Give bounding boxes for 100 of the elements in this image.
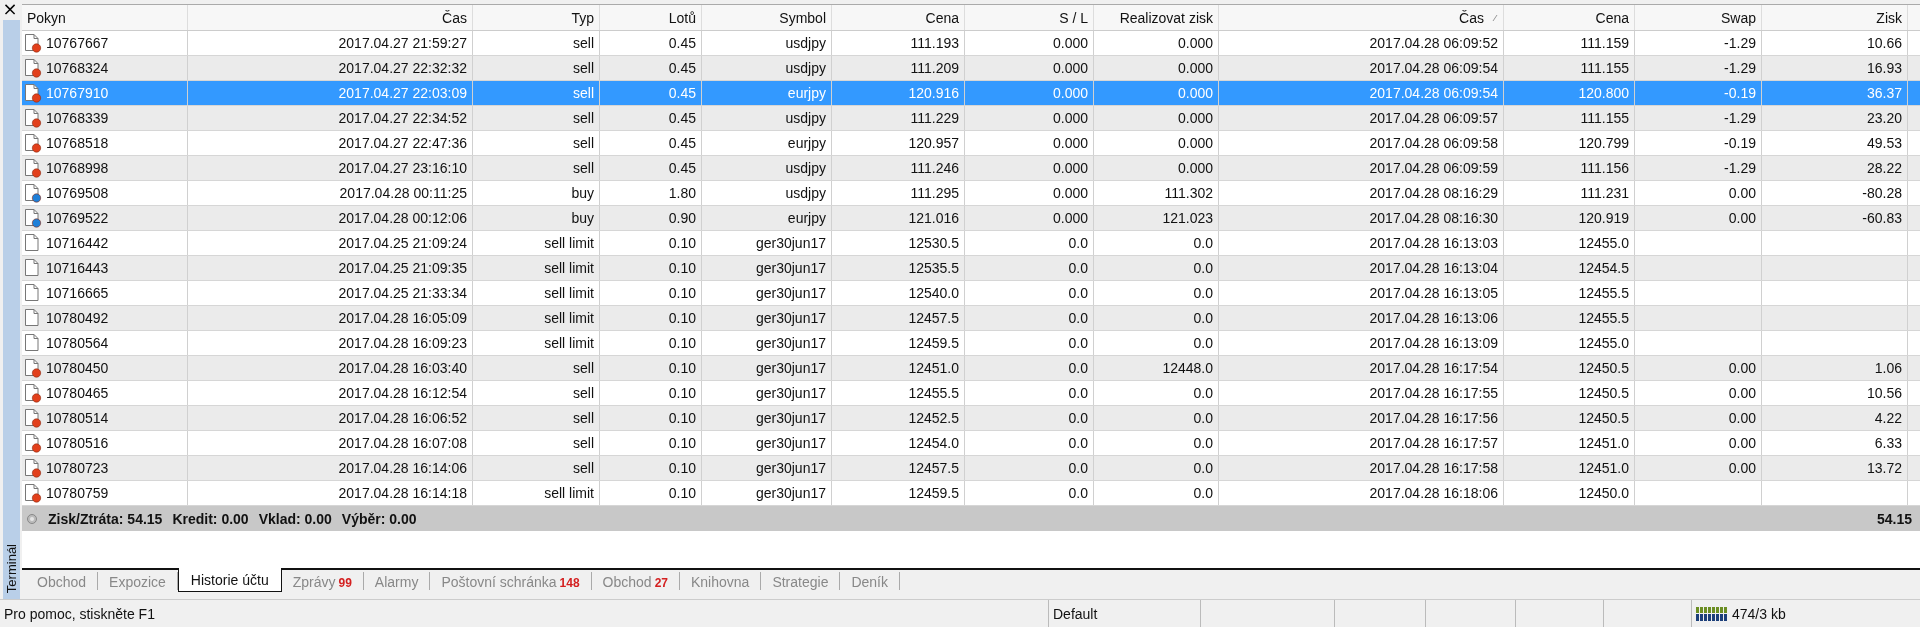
column-header[interactable]: Cena [1504,5,1635,30]
table-cell: 111.193 [910,35,959,51]
table-cell: 0.10 [668,485,696,501]
table-cell: 0.10 [668,235,696,251]
order-number: 10780492 [46,310,109,326]
table-cell: 12455.0 [1578,335,1629,351]
table-cell: 2017.04.27 22:34:52 [338,110,467,126]
table-cell: 111.159 [1580,35,1629,51]
table-cell: ger30jun17 [755,435,826,451]
table-cell: 23.20 [1866,110,1902,126]
column-header[interactable]: Zisk [1762,5,1908,30]
table-cell: 111.155 [1580,60,1629,76]
column-header[interactable]: Symbol [702,5,832,30]
table-cell: 12452.5 [908,410,959,426]
tab[interactable]: Poštovní schránka 148 [430,572,592,590]
table-row[interactable]: 10768518 2017.04.27 22:47:36 sell 0.45 eurjpy 120.957 0.000 0.000 2017.04.28 06:09:58 120.799 -0.19 49.53 [22,131,1920,156]
table-cell: 0.0 [1193,235,1213,251]
table-row[interactable]: 10716665 2017.04.25 21:33:34 sell limit 0.10 ger30jun17 12540.0 0.0 0.0 2017.04.28 16:13:05 12455.5 [22,281,1920,306]
column-header[interactable]: Typ [473,5,600,30]
order-number: 10780465 [46,385,109,401]
table-row[interactable]: 10780723 2017.04.28 16:14:06 sell 0.10 ger30jun17 12457.5 0.0 0.0 2017.04.28 16:17:58 12451.0 0.00 13.72 [22,456,1920,481]
column-header[interactable]: S / L [965,5,1094,30]
table-cell: 2017.04.28 16:07:08 [338,435,467,451]
table-row[interactable]: 10716443 2017.04.25 21:09:35 sell limit 0.10 ger30jun17 12535.5 0.0 0.0 2017.04.28 16:13:04 12454.5 [22,256,1920,281]
table-row[interactable]: 10716442 2017.04.25 21:09:24 sell limit 0.10 ger30jun17 12530.5 0.0 0.0 2017.04.28 16:13:03 12455.0 [22,231,1920,256]
table-cell: 2017.04.28 08:16:29 [1369,185,1498,201]
table-cell: 2017.04.28 16:12:54 [338,385,467,401]
table-cell: 0.0 [1068,235,1088,251]
table-cell: 2017.04.27 22:32:32 [338,60,467,76]
table-cell: 0.10 [668,285,696,301]
column-header[interactable]: Čas [1219,5,1504,30]
connection-bars-icon [1696,605,1728,622]
table-cell: 111.295 [910,185,959,201]
table-cell: sell limit [544,310,594,326]
summary-value: Výběr: 0.00 [341,510,417,527]
table-row[interactable]: 10780514 2017.04.28 16:06:52 sell 0.10 ger30jun17 12452.5 0.0 0.0 2017.04.28 16:17:56 12450.5 0.00 4.22 [22,406,1920,431]
traffic-text: 474/3 kb [1732,605,1786,622]
table-cell: 2017.04.25 21:09:24 [338,235,467,251]
table-cell: -80.28 [1862,185,1902,201]
table-cell: 2017.04.28 16:14:06 [338,460,467,476]
table-row[interactable]: 10769508 2017.04.28 00:11:25 buy 1.80 usdjpy 111.295 0.000 111.302 2017.04.28 08:16:29 111.231 0.00 -80.28 [22,181,1920,206]
tab[interactable]: Zprávy 99 [281,572,364,590]
column-header[interactable]: Swap [1635,5,1762,30]
table-cell: ger30jun17 [755,285,826,301]
table-cell: 0.0 [1068,260,1088,276]
table-cell: usdjpy [785,160,826,176]
table-cell: 2017.04.25 21:33:34 [338,285,467,301]
table-cell: 0.00 [1728,460,1756,476]
table-cell: sell [573,360,594,376]
table-cell: 0.10 [668,260,696,276]
table-cell: 0.0 [1193,485,1213,501]
table-cell: 1.06 [1874,360,1902,376]
table-row[interactable]: 10769522 2017.04.28 00:12:06 buy 0.90 eurjpy 121.016 0.000 121.023 2017.04.28 08:16:30 120.919 0.00 -60.83 [22,206,1920,231]
table-row[interactable]: 10780450 2017.04.28 16:03:40 sell 0.10 ger30jun17 12451.0 0.0 12448.0 2017.04.28 16:17:54 12450.5 0.00 1.06 [22,356,1920,381]
table-cell: -0.19 [1724,135,1756,151]
tab[interactable]: Historie účtu [177,568,282,592]
order-number: 10716443 [46,260,109,276]
table-cell: 0.0 [1068,435,1088,451]
table-cell: sell [573,410,594,426]
column-header[interactable]: Lotů [600,5,702,30]
table-cell: 0.00 [1728,435,1756,451]
table-cell: 0.000 [1177,35,1213,51]
table-cell: 2017.04.28 16:17:54 [1369,360,1498,376]
table-cell: 0.45 [668,160,696,176]
table-cell: 4.22 [1874,410,1902,426]
column-header[interactable]: Čas [188,5,473,30]
table-cell: sell [573,435,594,451]
close-button[interactable]: × [0,0,20,18]
table-row[interactable]: 10780759 2017.04.28 16:14:18 sell limit 0.10 ger30jun17 12459.5 0.0 0.0 2017.04.28 16:18:06 12450.0 [22,481,1920,506]
table-row[interactable]: 10768324 2017.04.27 22:32:32 sell 0.45 usdjpy 111.209 0.000 0.000 2017.04.28 06:09:54 111.155 -1.29 16.93 [22,56,1920,81]
table-row[interactable]: 10780516 2017.04.28 16:07:08 sell 0.10 ger30jun17 12454.0 0.0 0.0 2017.04.28 16:17:57 12451.0 0.00 6.33 [22,431,1920,456]
table-row[interactable]: 10767667 2017.04.27 21:59:27 sell 0.45 usdjpy 111.193 0.000 0.000 2017.04.28 06:09:52 111.159 -1.29 10.66 [22,31,1920,56]
table-cell: 2017.04.28 06:09:57 [1369,110,1498,126]
table-row[interactable]: 10780465 2017.04.28 16:12:54 sell 0.10 ger30jun17 12455.5 0.0 0.0 2017.04.28 16:17:55 12450.5 0.00 10.56 [22,381,1920,406]
table-cell: sell limit [544,235,594,251]
column-header[interactable]: Cena [832,5,965,30]
table-row[interactable]: 10768998 2017.04.27 23:16:10 sell 0.45 usdjpy 111.246 0.000 0.000 2017.04.28 06:09:59 111.156 -1.29 28.22 [22,156,1920,181]
table-cell: 12451.0 [1578,460,1629,476]
table-row[interactable]: 10768339 2017.04.27 22:34:52 sell 0.45 usdjpy 111.229 0.000 0.000 2017.04.28 06:09:57 111.155 -1.29 23.20 [22,106,1920,131]
profile-name: Default [1049,600,1201,627]
table-cell: 12451.0 [908,360,959,376]
table-cell: 0.0 [1193,460,1213,476]
table-row[interactable]: 10780492 2017.04.28 16:05:09 sell limit 0.10 ger30jun17 12457.5 0.0 0.0 2017.04.28 16:13:06 12455.5 [22,306,1920,331]
summary-value: Zisk/Ztráta: 54.15 [48,510,163,527]
column-header[interactable]: Pokyn [22,5,188,30]
table-cell: 2017.04.28 16:13:06 [1369,310,1498,326]
table-cell: 0.0 [1193,310,1213,326]
table-cell: 0.000 [1052,160,1088,176]
table-cell: 2017.04.27 23:16:10 [338,160,467,176]
tab[interactable]: Obchod 27 [591,572,680,590]
table-cell: 1.80 [668,185,696,201]
order-number: 10767910 [46,85,109,101]
table-cell: 10.56 [1866,385,1902,401]
table-row[interactable]: 10780564 2017.04.28 16:09:23 sell limit 0.10 ger30jun17 12459.5 0.0 0.0 2017.04.28 16:13:09 12455.0 [22,331,1920,356]
table-cell: 2017.04.25 21:09:35 [338,260,467,276]
table-cell: 12450.5 [1578,385,1629,401]
column-header[interactable]: Realizovat zisk [1094,5,1219,30]
table-cell: 0.10 [668,335,696,351]
table-cell: 0.0 [1068,285,1088,301]
table-cell: 13.72 [1866,460,1902,476]
